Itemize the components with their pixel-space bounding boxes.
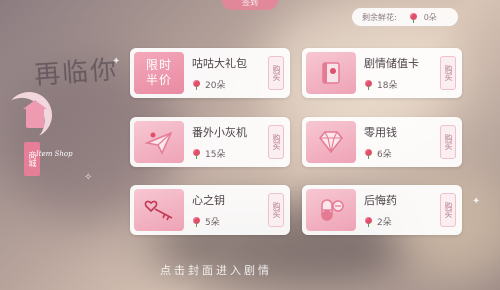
sale-badge: 限时 半价 — [134, 52, 184, 94]
sale-badge-line2: 半价 — [145, 73, 172, 87]
item-price-value: 18朵 — [377, 81, 398, 91]
shop-item-extra-plane[interactable]: 番外小灰机 15朵 购买 — [130, 117, 290, 167]
book-icon — [306, 52, 356, 94]
shop-script: Item Shop — [36, 150, 73, 158]
sparkle-icon: ✧ — [84, 172, 93, 183]
item-shop-logo: 商城 Item Shop — [4, 86, 74, 176]
flower-counter-label: 剩余鲜花: — [362, 12, 397, 22]
item-name: 剧情储值卡 — [364, 57, 419, 70]
item-name: 零用钱 — [364, 126, 397, 139]
rose-icon — [364, 149, 373, 159]
item-price: 2朵 — [364, 215, 392, 228]
house-icon — [23, 100, 47, 128]
item-price-value: 2朵 — [377, 218, 392, 228]
pill-icon — [306, 189, 356, 231]
buy-button[interactable]: 购买 — [440, 193, 456, 227]
heart-key-icon — [134, 189, 184, 231]
buy-button[interactable]: 购买 — [440, 56, 456, 90]
item-name: 后悔药 — [364, 194, 397, 207]
rose-icon — [409, 12, 418, 23]
item-name: 心之钥 — [192, 194, 225, 207]
item-price-value: 15朵 — [205, 150, 226, 160]
rose-icon — [364, 217, 373, 227]
item-price: 20朵 — [192, 78, 225, 91]
buy-button[interactable]: 购买 — [268, 56, 284, 90]
item-price: 15朵 — [192, 147, 225, 160]
item-price-value: 20朵 — [205, 81, 226, 91]
plane-icon — [134, 121, 184, 163]
diamond-icon — [306, 121, 356, 163]
shop-item-gift-pack[interactable]: 限时 半价 咕咕大礼包 20朵 购买 — [130, 48, 290, 98]
item-name: 番外小灰机 — [192, 126, 247, 139]
shop-item-heart-key[interactable]: 心之钥 5朵 购买 — [130, 185, 290, 235]
shop-tag: 商城 — [24, 142, 40, 176]
sparkle-icon: ✦ — [472, 196, 481, 207]
rose-icon — [364, 80, 373, 90]
rose-icon — [192, 149, 201, 159]
item-price: 6朵 — [364, 147, 392, 160]
shop-item-story-card[interactable]: 剧情储值卡 18朵 购买 — [302, 48, 462, 98]
shop-item-pocket-money[interactable]: 零用钱 6朵 购买 — [302, 117, 462, 167]
rose-icon — [192, 80, 201, 90]
flower-counter: 剩余鲜花: 0朵 — [352, 8, 458, 26]
sparkle-icon: ✦ — [112, 56, 121, 67]
flower-counter-value: 0朵 — [423, 12, 437, 22]
enter-story-hint[interactable]: 点击封面进入剧情 — [160, 262, 272, 278]
item-price-value: 6朵 — [377, 150, 392, 160]
item-price: 5朵 — [192, 215, 220, 228]
buy-button[interactable]: 购买 — [268, 193, 284, 227]
item-price: 18朵 — [364, 78, 397, 91]
item-price-value: 5朵 — [205, 218, 220, 228]
shop-item-regret-pill[interactable]: 后悔药 2朵 购买 — [302, 185, 462, 235]
buy-button[interactable]: 购买 — [440, 125, 456, 159]
checkin-tab[interactable]: 签到 — [222, 0, 278, 10]
sale-badge-line1: 限时 — [145, 58, 172, 72]
rose-icon — [192, 217, 201, 227]
item-name: 咕咕大礼包 — [192, 57, 247, 70]
buy-button[interactable]: 购买 — [268, 125, 284, 159]
